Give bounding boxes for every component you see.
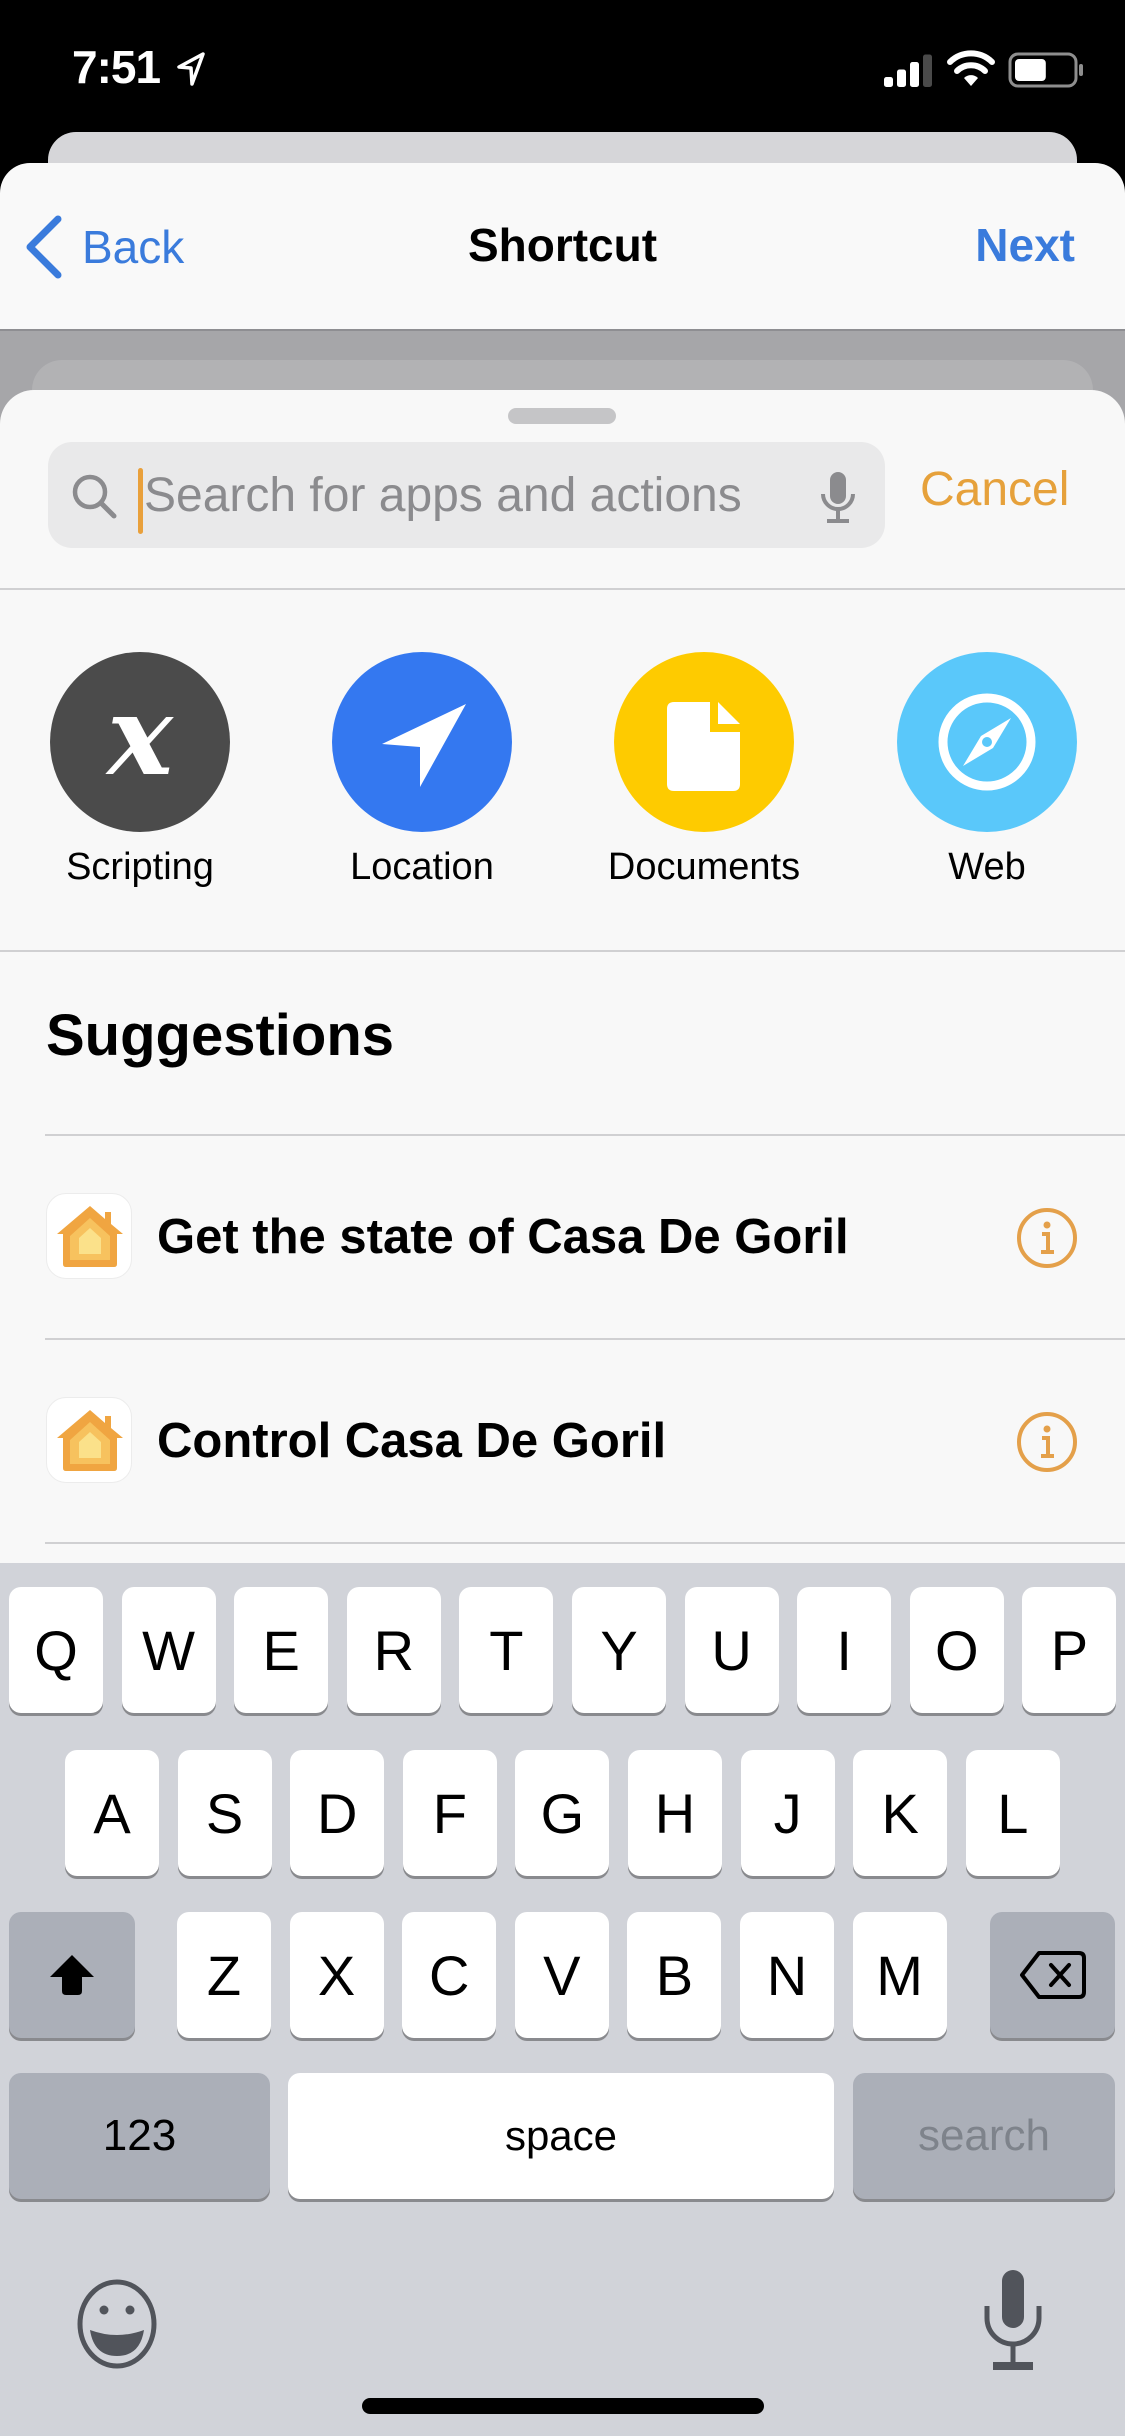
key-c[interactable]: C	[402, 1912, 497, 2038]
dictation-microphone-icon[interactable]	[984, 2268, 1042, 2378]
shift-arrow-icon	[50, 1955, 94, 1995]
key-s[interactable]: S	[177, 1750, 272, 1876]
home-app-icon	[46, 1397, 132, 1483]
signal-bar	[884, 77, 893, 87]
divider	[0, 588, 1125, 590]
microphone-icon[interactable]	[818, 470, 858, 526]
key-z[interactable]: Z	[177, 1912, 271, 2038]
next-button[interactable]: Next	[975, 218, 1075, 272]
category-scripting[interactable]: x Scripting	[20, 652, 260, 889]
category-web[interactable]: Web	[867, 652, 1107, 889]
space-key[interactable]: space	[288, 2073, 834, 2199]
delete-key[interactable]	[990, 1912, 1115, 2038]
document-icon	[614, 652, 794, 832]
key-v[interactable]: V	[514, 1912, 609, 2038]
suggestion-row[interactable]: Control Casa De Goril	[0, 1339, 1125, 1543]
key-m[interactable]: M	[852, 1912, 947, 2038]
category-row: x Scripting Location Documents Web	[0, 652, 1125, 892]
page-title: Shortcut	[467, 219, 658, 271]
search-field[interactable]	[48, 442, 885, 548]
key-i[interactable]: I	[797, 1587, 892, 1713]
signal-icon	[884, 54, 932, 87]
emoji-icon[interactable]	[74, 2278, 160, 2370]
status-time: 7:51	[72, 41, 161, 93]
divider	[0, 950, 1125, 952]
category-location[interactable]: Location	[302, 652, 542, 889]
key-r[interactable]: R	[346, 1587, 441, 1713]
sheet-grabber[interactable]	[508, 408, 616, 424]
key-j[interactable]: J	[740, 1750, 835, 1876]
svg-text:x: x	[105, 671, 174, 800]
key-l[interactable]: L	[965, 1750, 1060, 1876]
key-d[interactable]: D	[290, 1750, 385, 1876]
search-icon	[72, 474, 117, 519]
home-app-icon	[46, 1193, 132, 1279]
location-arrow-icon	[332, 652, 512, 832]
home-indicator[interactable]	[362, 2398, 764, 2414]
action-picker-sheet: Cancel x Scripting Location	[0, 390, 1125, 1590]
category-label: Scripting	[66, 846, 214, 888]
key-x[interactable]: X	[289, 1912, 384, 2038]
key-p[interactable]: P	[1022, 1587, 1117, 1713]
key-o[interactable]: O	[909, 1587, 1004, 1713]
wifi-icon	[947, 50, 995, 86]
key-y[interactable]: Y	[572, 1587, 666, 1713]
divider	[45, 1542, 1125, 1544]
info-icon[interactable]	[1016, 1207, 1078, 1269]
battery-icon	[1008, 52, 1083, 88]
key-g[interactable]: G	[515, 1750, 610, 1876]
variable-x-icon: x	[50, 652, 230, 832]
info-icon[interactable]	[1016, 1411, 1078, 1473]
backspace-icon	[1019, 1951, 1086, 1999]
suggestion-label: Control Casa De Goril	[157, 1414, 667, 1468]
compass-icon	[897, 652, 1077, 832]
suggestion-label: Get the state of Casa De Goril	[157, 1210, 849, 1264]
key-a[interactable]: A	[65, 1750, 159, 1876]
key-w[interactable]: W	[121, 1587, 216, 1713]
category-icon-circle: x	[50, 652, 230, 832]
category-label: Web	[948, 846, 1026, 888]
key-q[interactable]: Q	[9, 1587, 103, 1713]
signal-bar	[897, 69, 906, 87]
signal-bar	[910, 62, 919, 87]
signal-bar	[923, 54, 932, 87]
shift-key[interactable]	[9, 1912, 135, 2038]
key-k[interactable]: K	[853, 1750, 948, 1876]
key-n[interactable]: N	[740, 1912, 834, 2038]
category-icon-circle	[332, 652, 512, 832]
house-icon	[57, 1410, 123, 1471]
search-input[interactable]	[140, 442, 830, 548]
category-label: Documents	[607, 846, 801, 888]
category-label: Location	[350, 846, 494, 888]
location-arrow-icon	[177, 52, 205, 86]
house-icon	[57, 1206, 123, 1267]
key-t[interactable]: T	[459, 1587, 554, 1713]
battery-fill	[1015, 59, 1046, 81]
numbers-key[interactable]: 123	[9, 2073, 270, 2199]
suggestions-heading: Suggestions	[46, 1003, 395, 1068]
key-e[interactable]: E	[234, 1587, 329, 1713]
suggestion-row[interactable]: Get the state of Casa De Goril	[0, 1135, 1125, 1339]
status-bar: 7:51	[0, 0, 1125, 132]
cancel-button[interactable]: Cancel	[920, 462, 1069, 517]
key-h[interactable]: H	[628, 1750, 722, 1876]
key-u[interactable]: U	[684, 1587, 779, 1713]
text-cursor	[138, 468, 143, 534]
key-b[interactable]: B	[627, 1912, 722, 2038]
category-documents[interactable]: Documents	[584, 652, 824, 889]
key-f[interactable]: F	[402, 1750, 497, 1876]
search-key[interactable]: search	[853, 2073, 1115, 2199]
category-icon-circle	[614, 652, 794, 832]
category-icon-circle	[897, 652, 1077, 832]
